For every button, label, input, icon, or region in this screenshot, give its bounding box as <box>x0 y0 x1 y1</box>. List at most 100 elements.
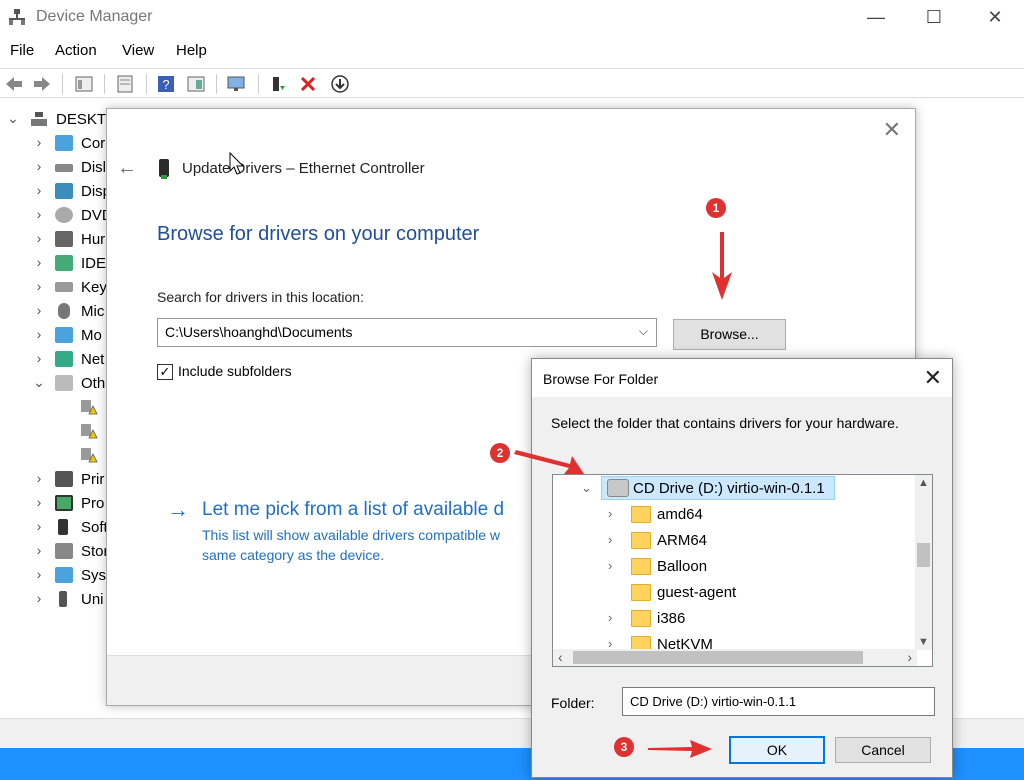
close-icon[interactable]: ✕ <box>883 117 901 143</box>
tree-item[interactable]: › Syst <box>0 564 111 588</box>
tree-item[interactable]: › Prir <box>0 468 110 492</box>
chevron-down-icon[interactable]: ⌵ <box>639 324 648 339</box>
tree-item[interactable]: › Net <box>0 348 110 372</box>
menu-view[interactable]: View <box>122 42 154 59</box>
update-driver-icon[interactable] <box>268 74 288 94</box>
system-icon <box>55 567 73 583</box>
folder-icon <box>631 584 651 601</box>
folder-input[interactable]: CD Drive (D:) virtio-win-0.1.1 <box>622 687 935 716</box>
chevron-right-icon[interactable]: › <box>32 230 46 246</box>
folder-item[interactable]: › amd64 <box>553 502 909 528</box>
tree-item[interactable]: › Disp <box>0 180 111 204</box>
tree-item[interactable]: › Pro <box>0 492 110 516</box>
tree-item[interactable] <box>0 420 110 444</box>
chevron-right-icon[interactable]: › <box>32 566 46 582</box>
include-subfolders-checkbox[interactable]: ✓ <box>157 364 173 380</box>
scan-icon[interactable] <box>115 74 135 94</box>
chevron-right-icon[interactable]: › <box>608 558 612 573</box>
scrollbar-thumb[interactable] <box>917 543 930 567</box>
folder-item[interactable]: › Balloon <box>553 554 909 580</box>
uninstall-icon[interactable] <box>298 74 318 94</box>
tree-item[interactable]: › IDE <box>0 252 110 276</box>
help-icon[interactable]: ? <box>156 74 176 94</box>
tree-item[interactable]: › Key <box>0 276 110 300</box>
vertical-scrollbar[interactable]: ▲ ▼ <box>915 475 932 650</box>
tree-item-label: IDE <box>81 255 107 272</box>
tree-item[interactable]: › Stor <box>0 540 110 564</box>
horizontal-scrollbar[interactable]: ‹ › <box>553 649 917 666</box>
menu-file[interactable]: File <box>10 42 34 59</box>
tree-item[interactable]: › DVD <box>0 204 113 228</box>
browse-button[interactable]: Browse... <box>673 319 786 350</box>
chevron-right-icon[interactable]: › <box>32 134 46 150</box>
scroll-down-icon[interactable]: ▼ <box>918 636 929 648</box>
arrow-right-icon[interactable]: → <box>167 497 189 523</box>
chevron-right-icon[interactable]: › <box>608 532 612 547</box>
software-device-icon <box>58 519 68 535</box>
download-icon[interactable] <box>330 74 350 94</box>
tree-item[interactable]: › Uni <box>0 588 110 612</box>
hid-icon <box>55 231 73 247</box>
tree-item[interactable] <box>0 396 110 420</box>
folder-item[interactable]: › ARM64 <box>553 528 909 554</box>
ok-button[interactable]: OK <box>729 736 825 764</box>
chevron-right-icon[interactable]: › <box>32 326 46 342</box>
forward-icon[interactable] <box>32 74 52 94</box>
scroll-up-icon[interactable]: ▲ <box>918 477 929 489</box>
folder-item-cd-drive[interactable]: ⌄ CD Drive (D:) virtio-win-0.1.1 <box>553 476 909 502</box>
scroll-left-icon[interactable]: ‹ <box>558 649 563 665</box>
chevron-right-icon[interactable]: › <box>32 518 46 534</box>
menu-help[interactable]: Help <box>176 42 207 59</box>
back-icon[interactable] <box>4 74 24 94</box>
tree-item[interactable]: › Mic <box>0 300 110 324</box>
chevron-right-icon[interactable]: › <box>32 470 46 486</box>
cancel-button[interactable]: Cancel <box>835 737 931 763</box>
tree-item[interactable]: › Soft <box>0 516 110 540</box>
folder-item[interactable]: guest-agent <box>553 580 909 606</box>
chevron-right-icon[interactable]: › <box>32 302 46 318</box>
back-arrow-icon[interactable]: ← <box>117 157 137 180</box>
chevron-right-icon[interactable]: › <box>32 182 46 198</box>
monitor-icon[interactable] <box>226 74 246 94</box>
properties-icon[interactable] <box>74 74 94 94</box>
chevron-right-icon[interactable]: › <box>608 506 612 521</box>
chevron-right-icon[interactable]: › <box>32 206 46 222</box>
scrollbar-thumb[interactable] <box>573 651 863 664</box>
device-tree: ⌄ DESKTO › Cor › Disl › Disp › DVD › Hur › IDE… <box>0 104 117 724</box>
chevron-right-icon[interactable]: › <box>608 610 612 625</box>
scroll-right-icon[interactable]: › <box>907 649 912 665</box>
network-adapter-icon <box>159 159 169 179</box>
driver-path-combobox[interactable]: C:\Users\hoanghd\Documents ⌵ <box>157 318 657 347</box>
chevron-right-icon[interactable]: › <box>32 590 46 606</box>
chevron-right-icon[interactable]: › <box>32 278 46 294</box>
tree-item[interactable]: ⌄ Oth <box>0 372 110 396</box>
folder-item-label: guest-agent <box>657 584 737 601</box>
tree-item[interactable]: › Mo <box>0 324 110 348</box>
folder-item-label: CD Drive (D:) virtio-win-0.1.1 <box>633 480 825 497</box>
menu-action[interactable]: Action <box>55 42 97 59</box>
close-button[interactable]: ✕ <box>973 4 1017 30</box>
tree-item[interactable] <box>0 444 110 468</box>
chevron-right-icon[interactable]: › <box>32 494 46 510</box>
tree-item[interactable]: › Hur <box>0 228 110 252</box>
chevron-right-icon[interactable]: › <box>32 158 46 174</box>
pick-from-list-link[interactable]: Let me pick from a list of available d <box>202 499 522 521</box>
maximize-button[interactable]: ☐ <box>912 4 956 30</box>
folder-icon <box>631 506 651 523</box>
include-subfolders-label[interactable]: Include subfolders <box>178 363 292 379</box>
view-icon[interactable] <box>186 74 206 94</box>
chevron-down-icon[interactable]: ⌄ <box>32 374 46 391</box>
folder-tree[interactable]: ⌄ CD Drive (D:) virtio-win-0.1.1 › amd64… <box>552 474 933 667</box>
close-icon[interactable]: ✕ <box>924 365 942 391</box>
tree-root[interactable]: ⌄ DESKTO <box>0 108 117 132</box>
folder-icon <box>631 532 651 549</box>
chevron-right-icon[interactable]: › <box>32 542 46 558</box>
chevron-right-icon[interactable]: › <box>32 350 46 366</box>
tree-item[interactable]: › Cor <box>0 132 110 156</box>
tree-item[interactable]: › Disl <box>0 156 110 180</box>
chevron-right-icon[interactable]: › <box>32 254 46 270</box>
chevron-down-icon[interactable]: ⌄ <box>6 110 20 127</box>
folder-item[interactable]: › i386 <box>553 606 909 632</box>
chevron-down-icon[interactable]: ⌄ <box>581 480 592 496</box>
minimize-button[interactable]: — <box>854 4 898 30</box>
